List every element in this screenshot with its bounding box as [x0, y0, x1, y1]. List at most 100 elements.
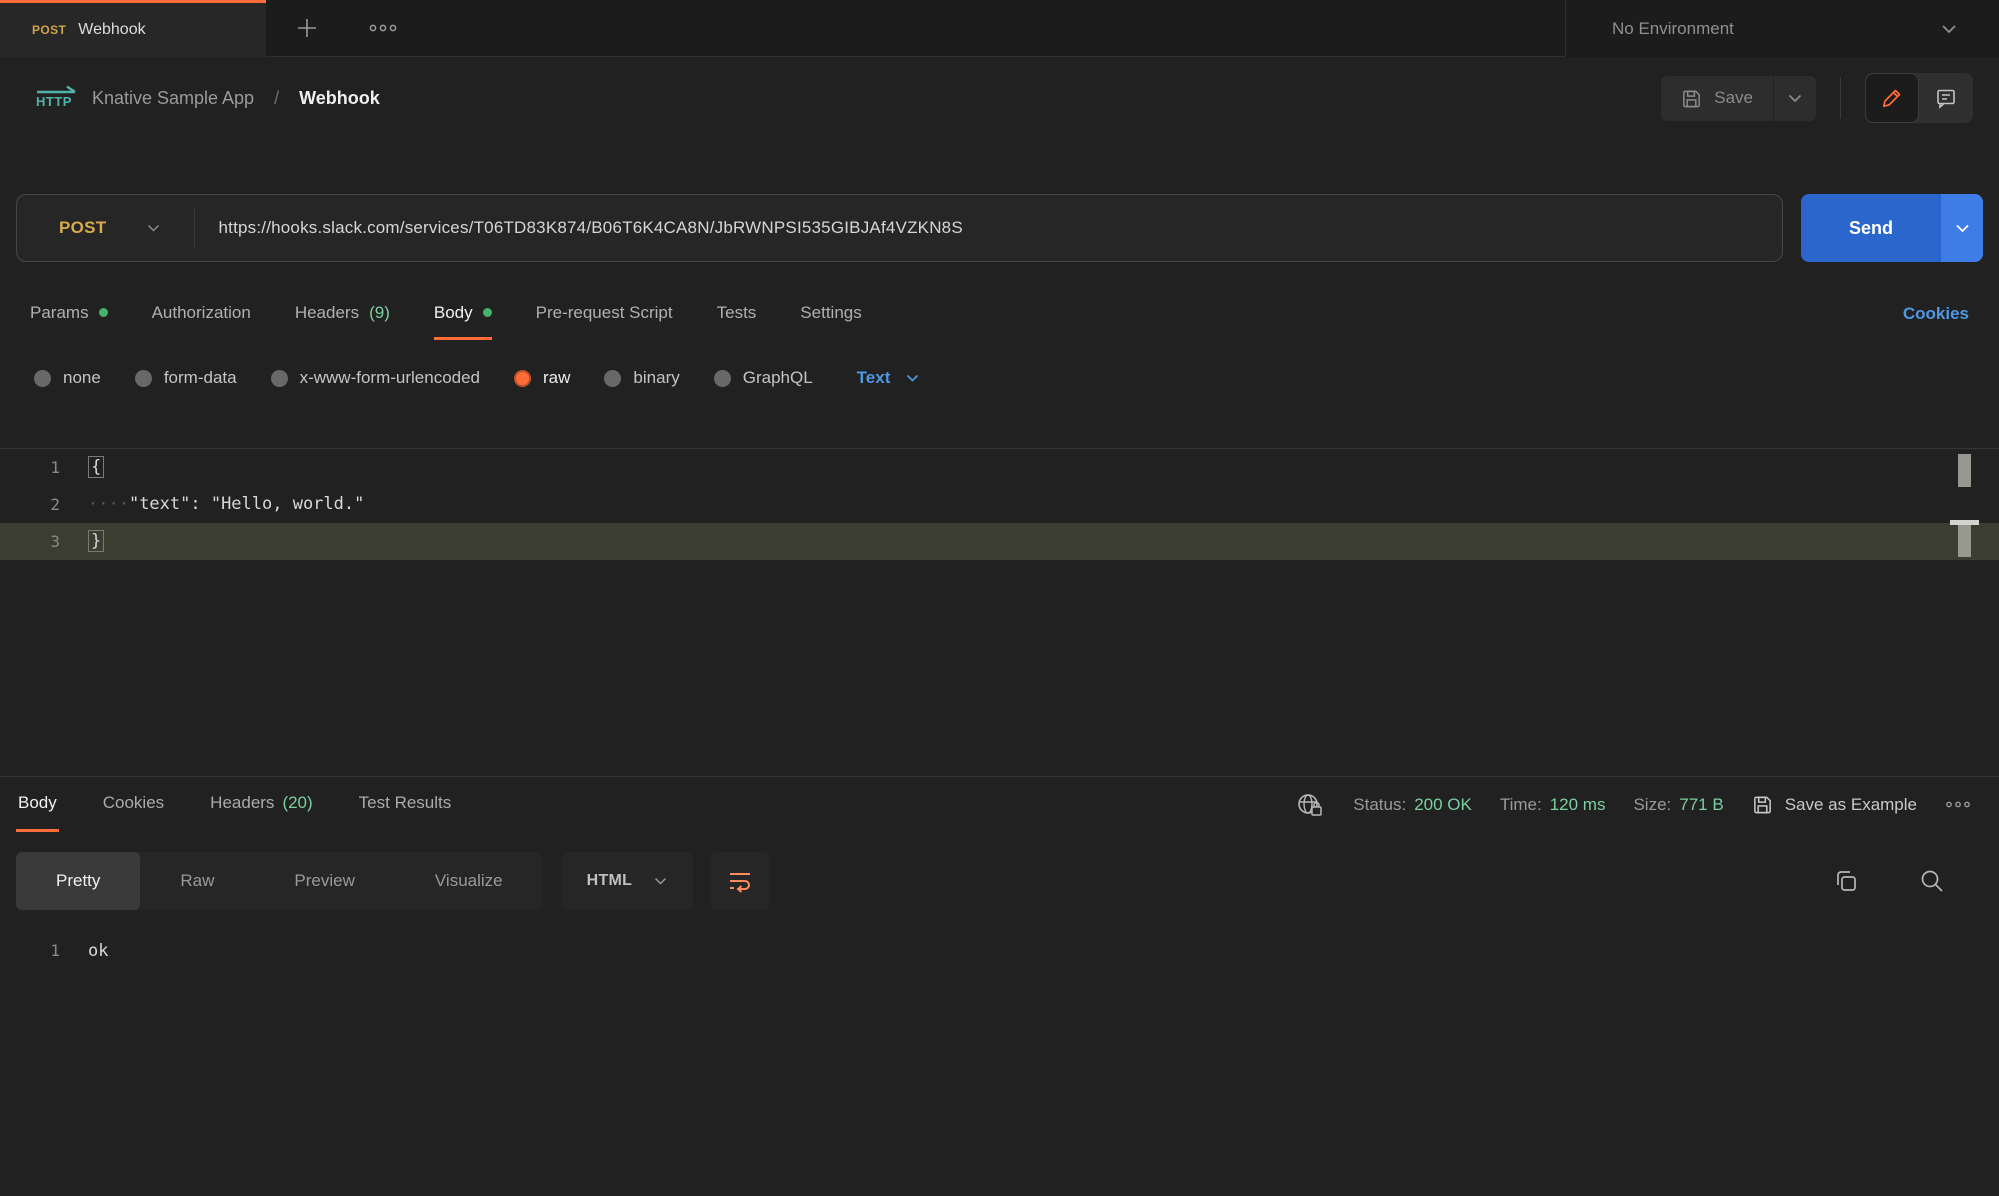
environment-selector[interactable]: No Environment: [1565, 0, 1999, 57]
size-value: 771 B: [1679, 795, 1723, 815]
breadcrumb-request-name[interactable]: Webhook: [299, 88, 380, 109]
mode-form-data-label: form-data: [164, 368, 237, 388]
request-tabs-row: Params Authorization Headers (9) Body Pr…: [0, 288, 1999, 340]
comments-button[interactable]: [1919, 73, 1973, 123]
mode-urlencoded-label: x-www-form-urlencoded: [300, 368, 480, 388]
send-button[interactable]: Send: [1801, 194, 1941, 262]
code-content: "text": "Hello, world.": [129, 494, 364, 514]
response-tab-test-results[interactable]: Test Results: [357, 777, 454, 832]
chevron-down-icon: [147, 224, 160, 232]
radio-selected-icon: [514, 370, 531, 387]
mode-none[interactable]: none: [34, 368, 101, 388]
language-label: Text: [857, 368, 891, 388]
tab-headers[interactable]: Headers (9): [295, 288, 390, 340]
editor-line: 2 ····"text": "Hello, world.": [0, 486, 1999, 523]
vertical-divider: [1840, 77, 1841, 119]
save-icon: [1681, 88, 1702, 109]
plus-icon: [294, 15, 320, 41]
chevron-down-icon: [1955, 224, 1970, 233]
time-pair[interactable]: Time: 120 ms: [1500, 795, 1606, 815]
mode-graphql-label: GraphQL: [743, 368, 813, 388]
chevron-down-icon: [1941, 24, 1957, 34]
chevron-down-icon: [906, 374, 919, 382]
size-pair[interactable]: Size: 771 B: [1633, 795, 1723, 815]
request-url-row: POST https://hooks.slack.com/services/T0…: [16, 194, 1983, 262]
status-pair[interactable]: Status: 200 OK: [1353, 795, 1472, 815]
body-active-dot: [483, 308, 492, 317]
response-format-selector[interactable]: HTML: [561, 852, 694, 910]
response-actions: [1827, 862, 1965, 900]
response-tab-body[interactable]: Body: [16, 777, 59, 832]
request-tab[interactable]: POST Webhook: [0, 0, 266, 57]
raw-language-selector[interactable]: Text: [857, 368, 920, 388]
breadcrumb-separator: /: [274, 88, 279, 109]
tab-authorization-label: Authorization: [152, 303, 251, 323]
size-label: Size:: [1633, 795, 1671, 815]
mode-raw[interactable]: raw: [514, 368, 570, 388]
save-button[interactable]: Save: [1661, 76, 1773, 121]
tab-strip: [266, 0, 1565, 57]
view-raw-button[interactable]: Raw: [140, 852, 254, 910]
response-tabs: Body Cookies Headers (20) Test Results: [16, 777, 453, 832]
response-tab-body-label: Body: [18, 793, 57, 813]
radio-icon: [34, 370, 51, 387]
scrollbar-cursor-mark[interactable]: [1958, 520, 1971, 557]
response-options-button[interactable]: [1945, 800, 1971, 809]
edit-documentation-button[interactable]: [1865, 73, 1919, 123]
tab-body[interactable]: Body: [434, 288, 492, 340]
tab-settings-label: Settings: [800, 303, 861, 323]
cookies-link[interactable]: Cookies: [1903, 304, 1969, 324]
send-options-button[interactable]: [1941, 194, 1983, 262]
http-protocol-icon: HTTP: [36, 85, 72, 111]
code-text: {: [88, 449, 104, 486]
body-mode-row: none form-data x-www-form-urlencoded raw…: [0, 358, 1999, 398]
whitespace-dots: ····: [88, 494, 129, 514]
pencil-icon: [1881, 87, 1903, 109]
header-actions: Save: [1661, 73, 1973, 123]
tab-title: Webhook: [78, 21, 145, 39]
network-lock-icon[interactable]: [1296, 792, 1325, 818]
response-toolbar: Pretty Raw Preview Visualize HTML: [0, 852, 1999, 910]
tab-tests[interactable]: Tests: [717, 288, 757, 340]
format-label: HTML: [587, 872, 633, 890]
copy-response-button[interactable]: [1827, 862, 1865, 900]
response-body-viewer[interactable]: 1 ok: [0, 934, 1999, 968]
editor-line: 1 {: [0, 449, 1999, 486]
mode-graphql[interactable]: GraphQL: [714, 368, 813, 388]
view-pretty-button[interactable]: Pretty: [16, 852, 140, 910]
line-number: 3: [0, 523, 88, 560]
tab-params-label: Params: [30, 303, 89, 323]
breadcrumb-collection[interactable]: Knative Sample App: [92, 88, 254, 109]
mode-form-data[interactable]: form-data: [135, 368, 237, 388]
radio-icon: [271, 370, 288, 387]
search-response-button[interactable]: [1913, 862, 1951, 900]
headers-count-badge: (9): [369, 303, 390, 323]
save-split-button: Save: [1661, 76, 1816, 121]
url-input[interactable]: https://hooks.slack.com/services/T06TD83…: [195, 218, 963, 238]
response-tab-cookies[interactable]: Cookies: [101, 777, 166, 832]
request-body-editor[interactable]: 1 { 2 ····"text": "Hello, world." 3 }: [0, 448, 1999, 776]
code-text: ····"text": "Hello, world.": [88, 486, 364, 523]
radio-icon: [604, 370, 621, 387]
new-tab-button[interactable]: [288, 9, 326, 47]
view-visualize-button[interactable]: Visualize: [395, 852, 543, 910]
method-selector[interactable]: POST: [17, 195, 194, 261]
tab-settings[interactable]: Settings: [800, 288, 861, 340]
tab-params[interactable]: Params: [30, 288, 108, 340]
tab-authorization[interactable]: Authorization: [152, 288, 251, 340]
tab-method-badge: POST: [32, 23, 66, 37]
wrap-lines-button[interactable]: [711, 852, 769, 910]
environment-label: No Environment: [1612, 19, 1734, 39]
scrollbar-annotation[interactable]: [1958, 454, 1971, 487]
line-number: 1: [0, 449, 88, 486]
tab-options-button[interactable]: [362, 17, 404, 39]
view-preview-button[interactable]: Preview: [254, 852, 394, 910]
tab-pre-request-script[interactable]: Pre-request Script: [536, 288, 673, 340]
response-tab-headers[interactable]: Headers (20): [208, 777, 315, 832]
mode-binary[interactable]: binary: [604, 368, 679, 388]
mode-x-www-form-urlencoded[interactable]: x-www-form-urlencoded: [271, 368, 480, 388]
breadcrumb: HTTP Knative Sample App / Webhook: [36, 85, 380, 111]
search-icon: [1919, 868, 1945, 894]
save-options-button[interactable]: [1774, 76, 1816, 121]
save-as-example-button[interactable]: Save as Example: [1752, 794, 1917, 815]
